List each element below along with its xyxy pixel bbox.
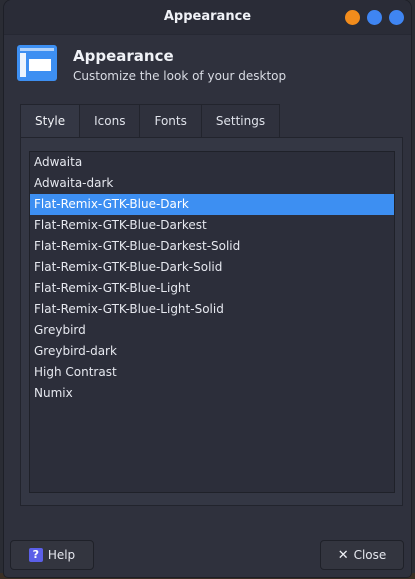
- tab-bar: Style Icons Fonts Settings: [20, 104, 281, 138]
- appearance-preferences-icon: [17, 45, 57, 81]
- theme-list-item[interactable]: Flat-Remix-GTK-Blue-Light: [30, 278, 394, 299]
- theme-list-item[interactable]: Numix: [30, 383, 394, 404]
- style-page: Adwaita Adwaita-dark Flat-Remix-GTK-Blue…: [20, 137, 403, 506]
- theme-list-item[interactable]: Greybird: [30, 320, 394, 341]
- dialog-footer: ? Help ✕ Close: [4, 510, 411, 577]
- theme-list-item[interactable]: Flat-Remix-GTK-Blue-Darkest-Solid: [30, 236, 394, 257]
- close-window-button[interactable]: [389, 10, 404, 25]
- close-button-label: Close: [353, 548, 387, 562]
- theme-list-item[interactable]: Greybird-dark: [30, 341, 394, 362]
- theme-list-item[interactable]: Adwaita: [30, 152, 394, 173]
- theme-list-item[interactable]: Flat-Remix-GTK-Blue-Dark-Solid: [30, 257, 394, 278]
- help-button[interactable]: ? Help: [10, 540, 94, 570]
- header-subtitle: Customize the look of your desktop: [73, 69, 287, 83]
- theme-list-item[interactable]: Flat-Remix-GTK-Blue-Light-Solid: [30, 299, 394, 320]
- close-icon: ✕: [337, 547, 349, 563]
- titlebar[interactable]: Appearance: [4, 0, 411, 35]
- theme-list-item[interactable]: High Contrast: [30, 362, 394, 383]
- tab-style[interactable]: Style: [20, 104, 81, 138]
- theme-list-item[interactable]: Flat-Remix-GTK-Blue-Darkest: [30, 215, 394, 236]
- tab-icons[interactable]: Icons: [79, 104, 141, 138]
- header-title: Appearance: [73, 47, 174, 65]
- maximize-button[interactable]: [367, 10, 382, 25]
- theme-list[interactable]: Adwaita Adwaita-dark Flat-Remix-GTK-Blue…: [29, 151, 395, 493]
- appearance-window: Appearance Appearance Customize the look…: [4, 0, 411, 577]
- help-button-label: Help: [47, 548, 76, 562]
- help-icon: ?: [28, 548, 43, 562]
- appearance-notebook: Style Icons Fonts Settings Adwaita Adwai…: [14, 104, 403, 506]
- tab-settings[interactable]: Settings: [200, 104, 281, 138]
- tab-fonts[interactable]: Fonts: [139, 104, 202, 138]
- close-button[interactable]: ✕ Close: [320, 540, 404, 570]
- minimize-button[interactable]: [345, 10, 360, 25]
- theme-list-item-selected[interactable]: Flat-Remix-GTK-Blue-Dark: [30, 194, 394, 215]
- theme-list-item[interactable]: Adwaita-dark: [30, 173, 394, 194]
- dialog-header: Appearance Customize the look of your de…: [4, 35, 411, 97]
